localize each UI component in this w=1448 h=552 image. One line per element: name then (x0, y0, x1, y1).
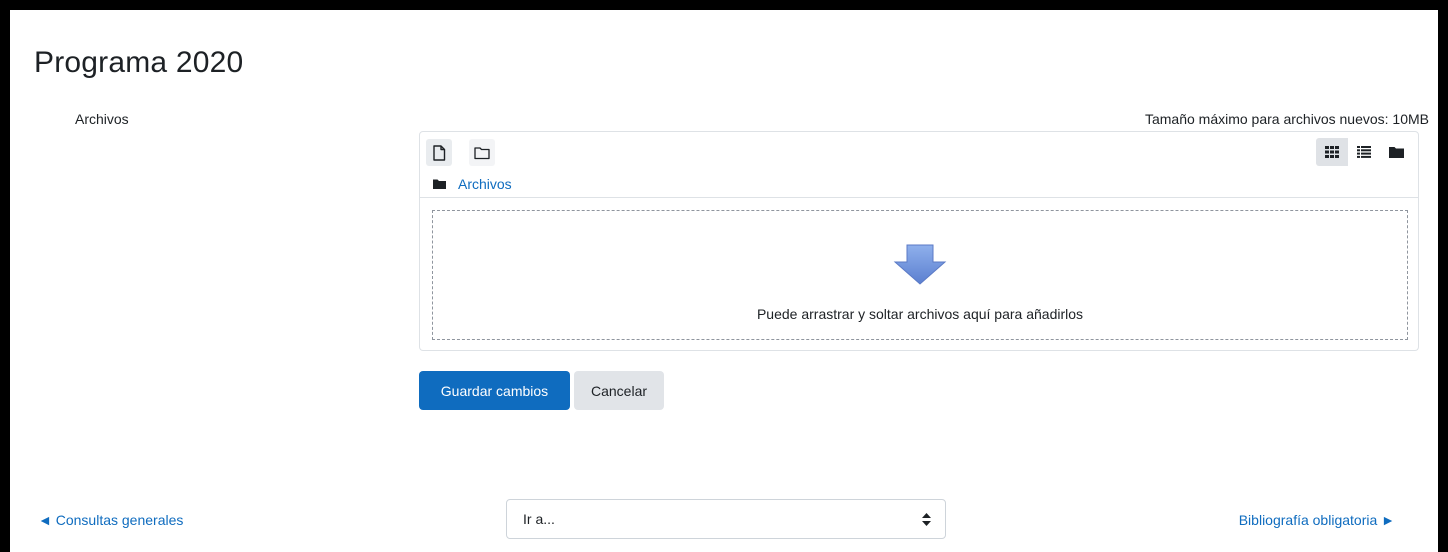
save-changes-button[interactable]: Guardar cambios (419, 371, 570, 410)
files-field-label: Archivos (75, 111, 129, 127)
create-folder-button[interactable] (469, 139, 495, 166)
max-size-text: Tamaño máximo para archivos nuevos: 10MB (1144, 111, 1429, 127)
list-view-button[interactable] (1348, 138, 1380, 166)
cancel-button[interactable]: Cancelar (574, 371, 664, 410)
page-title: Programa 2020 (34, 46, 244, 79)
select-caret-icon (922, 513, 931, 526)
grid-view-icon (1325, 146, 1339, 158)
dropzone-container: Puede arrastrar y soltar archivos aquí p… (419, 198, 1419, 351)
folder-icon (433, 179, 446, 189)
page-container: Programa 2020 Archivos Tamaño máximo par… (10, 10, 1438, 552)
file-icon (433, 144, 446, 161)
folder-outline-icon (474, 146, 490, 159)
grid-view-button[interactable] (1316, 138, 1348, 166)
view-mode-group (1316, 138, 1412, 166)
add-file-button[interactable] (426, 139, 452, 166)
tree-view-icon (1388, 147, 1404, 158)
down-arrow-icon (893, 244, 947, 285)
jump-to-label: Ir a... (523, 511, 555, 527)
next-activity-link[interactable]: Bibliografía obligatoria ► (1239, 512, 1395, 528)
filemanager-toolbar: Archivos (419, 131, 1419, 198)
prev-activity-link[interactable]: ◄ Consultas generales (38, 512, 183, 528)
dropzone-text: Puede arrastrar y soltar archivos aquí p… (756, 306, 1084, 322)
list-view-icon (1357, 146, 1371, 158)
tree-view-button[interactable] (1380, 138, 1412, 166)
jump-to-select[interactable]: Ir a... (506, 499, 946, 539)
breadcrumb: Archivos (433, 176, 512, 192)
breadcrumb-archivos-link[interactable]: Archivos (458, 176, 512, 192)
file-dropzone[interactable]: Puede arrastrar y soltar archivos aquí p… (432, 210, 1408, 340)
